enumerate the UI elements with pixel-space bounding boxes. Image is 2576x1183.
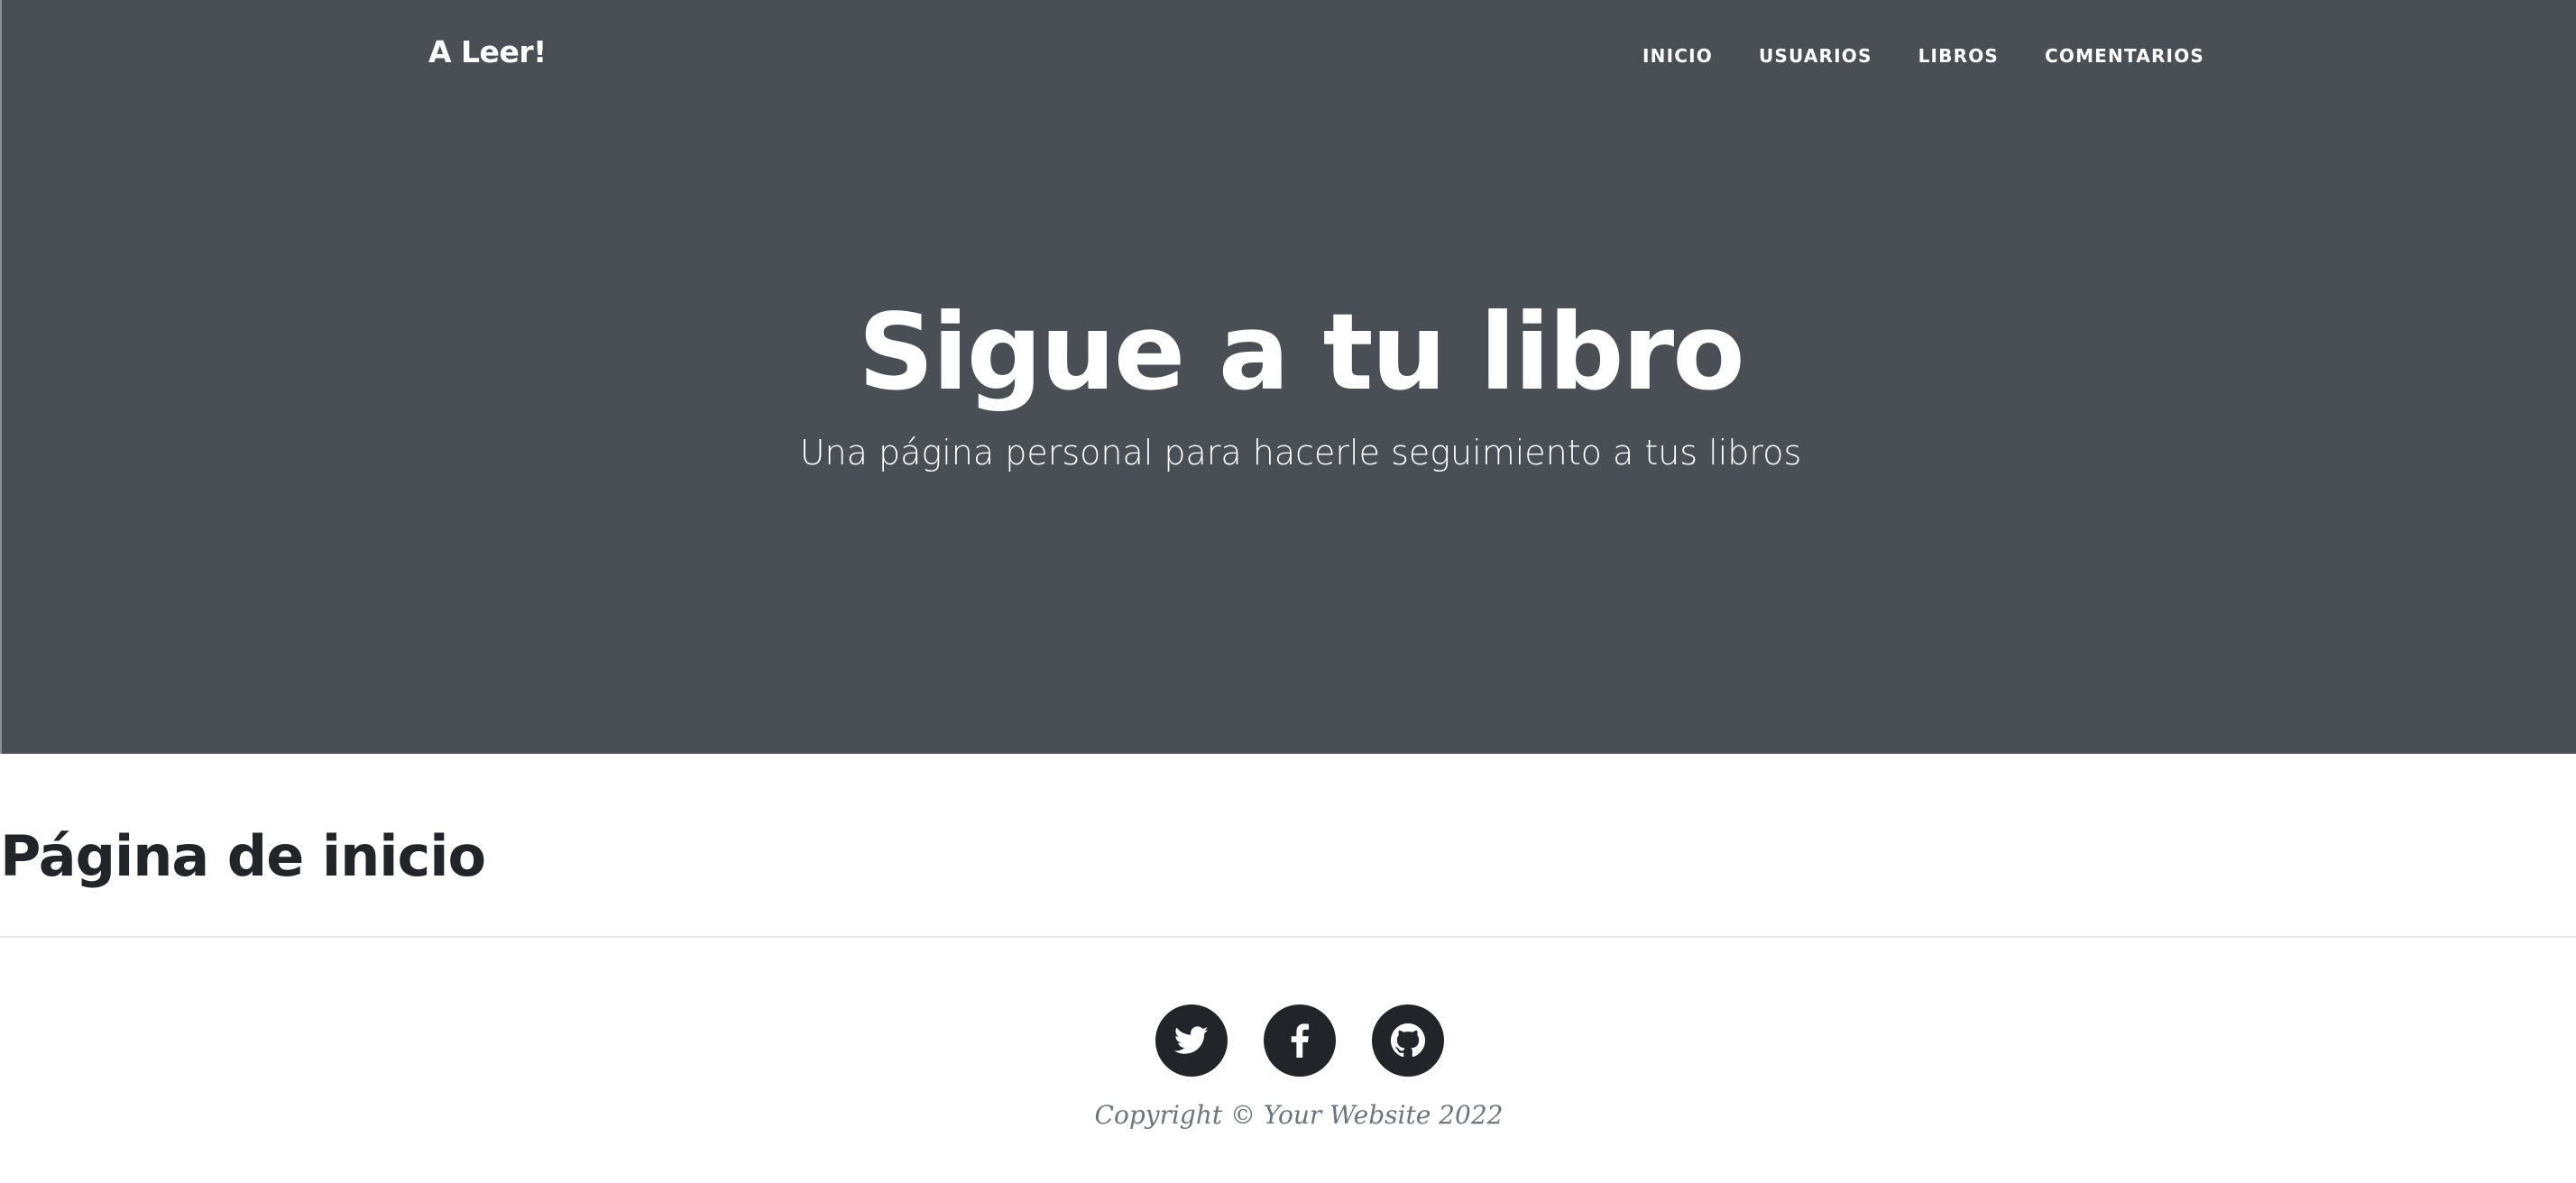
- facebook-button[interactable]: [1264, 1004, 1336, 1077]
- page-heading: Página de inicio: [0, 823, 486, 889]
- github-button[interactable]: [1372, 1004, 1444, 1077]
- facebook-icon: [1290, 1023, 1310, 1058]
- footer-divider: [0, 936, 2576, 938]
- nav-link-libros[interactable]: LIBROS: [1918, 45, 1999, 67]
- nav-link-inicio[interactable]: INICIO: [1642, 45, 1713, 67]
- github-icon: [1391, 1023, 1425, 1058]
- hero-subtitle: Una página personal para hacerle seguimi…: [799, 433, 1802, 472]
- twitter-icon: [1174, 1026, 1209, 1055]
- masthead: A Leer! INICIO USUARIOS LIBROS COMENTARI…: [0, 0, 2576, 754]
- social-links: [1155, 1004, 1444, 1077]
- brand-logo[interactable]: A Leer!: [428, 34, 547, 69]
- nav-link-comentarios[interactable]: COMENTARIOS: [2045, 45, 2204, 67]
- nav-links: INICIO USUARIOS LIBROS COMENTARIOS: [1642, 45, 2204, 67]
- twitter-button[interactable]: [1155, 1004, 1228, 1077]
- nav-link-usuarios[interactable]: USUARIOS: [1759, 45, 1872, 67]
- copyright-text: Copyright © Your Website 2022: [1094, 1100, 1504, 1130]
- navbar: A Leer! INICIO USUARIOS LIBROS COMENTARI…: [2, 0, 2576, 108]
- hero-title: Sigue a tu libro: [858, 290, 1744, 414]
